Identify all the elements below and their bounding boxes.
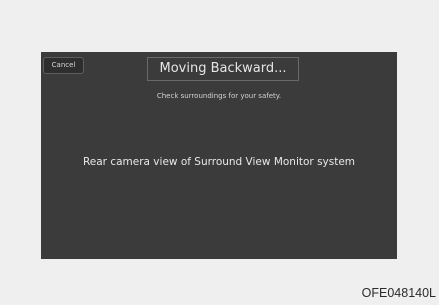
figure-code-label: OFE048140L: [361, 286, 436, 300]
moving-backward-title: Moving Backward...: [147, 57, 299, 81]
rear-camera-screen: Cancel Moving Backward... Check surround…: [41, 52, 397, 259]
cancel-button[interactable]: Cancel: [43, 57, 84, 74]
safety-subtitle: Check surroundings for your safety.: [156, 92, 282, 100]
rear-camera-view-label: Rear camera view of Surround View Monito…: [82, 156, 356, 168]
